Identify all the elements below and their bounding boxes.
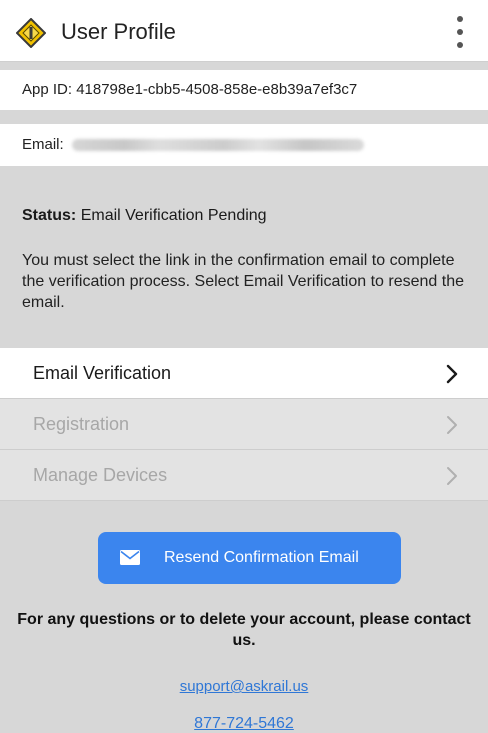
menu-item-label: Registration xyxy=(33,414,130,434)
app-id-text: App ID: 418798e1-cbb5-4508-858e-e8b39a7e… xyxy=(22,81,358,98)
email-row: Email: xyxy=(0,124,488,166)
chevron-right-icon xyxy=(446,364,458,384)
status-label: Status: xyxy=(22,207,77,224)
page-title: User Profile xyxy=(61,19,176,44)
menu-item-registration[interactable]: Registration xyxy=(0,399,488,450)
support-email-link[interactable]: support@askrail.us xyxy=(0,678,488,695)
app-header: User Profile xyxy=(0,0,488,62)
menu-item-email-verification[interactable]: Email Verification xyxy=(0,348,488,399)
profile-menu: Email Verification Registration Manage D… xyxy=(0,348,488,501)
mail-icon xyxy=(120,550,140,565)
chevron-right-icon xyxy=(447,416,457,434)
menu-item-label: Email Verification xyxy=(33,363,172,383)
app-id-row: App ID: 418798e1-cbb5-4508-858e-e8b39a7e… xyxy=(0,70,488,110)
resend-button-label: Resend Confirmation Email xyxy=(164,549,359,566)
contact-text: For any questions or to delete your acco… xyxy=(17,611,471,649)
email-label: Email: xyxy=(22,136,64,153)
status-value: Email Verification Pending xyxy=(80,207,267,224)
status-line: Status: Email Verification Pending xyxy=(22,207,472,225)
support-phone-link[interactable]: 877-724-5462 xyxy=(0,715,488,733)
kebab-menu-icon[interactable] xyxy=(448,14,472,50)
yellow-diamond-logo-icon xyxy=(16,18,46,48)
status-message: You must select the link in the confirma… xyxy=(22,252,464,311)
menu-item-label: Manage Devices xyxy=(33,465,168,485)
chevron-right-icon xyxy=(447,467,457,485)
resend-confirmation-email-button[interactable]: Resend Confirmation Email xyxy=(98,532,401,584)
email-value-redacted xyxy=(71,139,364,152)
menu-item-manage-devices[interactable]: Manage Devices xyxy=(0,450,488,501)
